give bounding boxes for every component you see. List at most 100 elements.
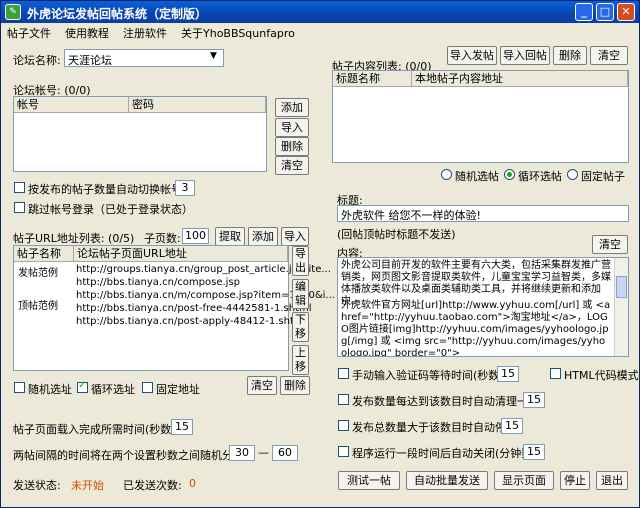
skip-login-label: 跳过帐号登录（已处于登录状态） (28, 203, 193, 216)
auto-send-button[interactable]: 自动批量发送 (406, 471, 488, 490)
menu-register[interactable]: 注册软件 (123, 25, 167, 41)
url-move-down-button[interactable]: 下移 (292, 312, 309, 342)
title-bar: ✎ 外虎论坛发帖回帖系统（定制版） _ □ ✕ (1, 1, 639, 23)
url-edit-button[interactable]: 编辑 (292, 279, 309, 309)
interval-dash: — (258, 446, 269, 459)
menu-about[interactable]: 关于YhoBBSqunfapro (181, 25, 295, 41)
random-post-label: 随机选帖 (455, 170, 499, 183)
exit-button[interactable]: 退出 (596, 471, 628, 490)
fixed-post-radio[interactable] (567, 169, 578, 180)
cycle-post-radio[interactable] (504, 169, 515, 180)
content-clear-button[interactable]: 清空 (590, 46, 628, 65)
import-reply-button[interactable]: 导入回帖 (500, 46, 550, 65)
skip-login-checkbox[interactable] (14, 202, 25, 213)
html-mode-checkbox[interactable] (550, 368, 561, 379)
page-load-label: 帖子页面载入完成所需时间(秒数) (13, 423, 176, 436)
content-col-path[interactable]: 本地帖子内容地址 (412, 71, 628, 87)
close-button[interactable]: ✕ (617, 3, 635, 21)
minimize-button[interactable]: _ (575, 3, 593, 21)
content-col-title[interactable]: 标题名称 (333, 71, 412, 87)
menu-tutorial[interactable]: 使用教程 (65, 25, 109, 41)
send-status-label: 发送状态: (13, 479, 61, 492)
chevron-down-icon: ▼ (210, 51, 217, 61)
content-text-clear-button[interactable]: 清空 (592, 235, 628, 254)
auto-switch-label: 按发布的帖子数量自动切换帐号: (28, 183, 186, 196)
url-clear-button[interactable]: 清空 (247, 376, 277, 395)
url-add-button[interactable]: 添加 (248, 227, 278, 246)
captcha-label: 手动输入验证码等待时间(秒数) (352, 369, 504, 382)
app-icon: ✎ (5, 4, 21, 20)
stop-after-checkbox[interactable] (338, 420, 349, 431)
interval-min-input[interactable]: 30 (229, 445, 255, 461)
window-title: 外虎论坛发帖回帖系统（定制版） (27, 7, 208, 21)
url-row-url[interactable]: http://bbs.tianya.cn/post-apply-48412-1.… (76, 316, 306, 327)
app-window: ✎ 外虎论坛发帖回帖系统（定制版） _ □ ✕ 帖子文件 使用教程 注册软件 关… (0, 0, 640, 508)
url-row-name: 发帖范例 (18, 268, 58, 279)
stop-after-label: 发布总数量大于该数目时自动停止 (352, 421, 517, 434)
url-col-name[interactable]: 帖子名称 (14, 246, 74, 262)
scrollbar-thumb[interactable] (616, 276, 627, 298)
auto-close-checkbox[interactable] (338, 446, 349, 457)
content-text-2: 外虎软件官方网址[url]http://www.yyhuu.com[/url] … (341, 300, 611, 357)
clear-after-label: 发布数量每达到该数目时自动清理一次 (352, 395, 539, 408)
auto-close-label: 程序运行一段时间后自动关闭(分钟数) (352, 447, 537, 460)
random-post-radio[interactable] (441, 169, 452, 180)
page-load-input[interactable]: 15 (171, 419, 193, 435)
forum-select[interactable]: 天涯论坛 ▼ (64, 49, 224, 67)
random-url-label: 随机选址 (28, 383, 72, 396)
title-input-value: 外虎软件 给您不一样的体验! (341, 209, 481, 222)
auto-switch-input[interactable]: 3 (175, 180, 195, 196)
accounts-table[interactable]: 帐号 密码 (13, 96, 267, 172)
accounts-col-password[interactable]: 密码 (129, 97, 266, 113)
account-import-button[interactable]: 导入 (275, 118, 309, 137)
interval-max-input[interactable]: 60 (272, 445, 298, 461)
url-delete-button[interactable]: 删除 (280, 376, 310, 395)
page-count-label: 子页数: (144, 232, 181, 245)
fixed-url-checkbox[interactable] (142, 382, 153, 393)
menu-file[interactable]: 帖子文件 (7, 25, 51, 41)
captcha-input[interactable]: 15 (497, 366, 519, 382)
auto-close-input[interactable]: 15 (523, 444, 545, 460)
stop-button[interactable]: 停止 (560, 471, 590, 490)
url-move-up-button[interactable]: 上移 (292, 345, 309, 375)
stop-after-input[interactable]: 15 (501, 418, 523, 434)
captcha-checkbox[interactable] (338, 368, 349, 379)
content-scrollbar[interactable] (614, 258, 628, 356)
html-mode-label: HTML代码模式 (564, 369, 639, 382)
url-extract-button[interactable]: 提取 (215, 227, 245, 246)
content-delete-button[interactable]: 删除 (553, 46, 587, 65)
forum-name-label: 论坛名称: (13, 54, 61, 67)
import-post-button[interactable]: 导入发帖 (447, 46, 497, 65)
maximize-button[interactable]: □ (596, 3, 614, 21)
send-count-value: 0 (189, 477, 196, 490)
random-url-checkbox[interactable] (14, 382, 25, 393)
url-import-button[interactable]: 导入 (281, 227, 309, 246)
url-col-url[interactable]: 论坛帖子页面URL地址 (74, 246, 288, 262)
clear-after-input[interactable]: 15 (523, 392, 545, 408)
cycle-url-checkbox[interactable] (77, 380, 88, 393)
url-row-url[interactable]: http://bbs.tianya.cn/compose.jsp (76, 277, 240, 288)
url-row-url[interactable]: http://bbs.tianya.cn/post-free-4442581-1… (76, 303, 312, 314)
show-page-button[interactable]: 显示页面 (494, 471, 554, 490)
page-count-input[interactable]: 100 (182, 228, 209, 244)
reply-note: (回帖顶帖时标题不发送) (337, 228, 456, 241)
interval-label: 两帖间隔的时间将在两个设置秒数之间随机分配 (13, 449, 244, 462)
menu-bar: 帖子文件 使用教程 注册软件 关于YhoBBSqunfapro (1, 23, 639, 41)
send-status-value: 未开始 (71, 479, 104, 492)
auto-switch-checkbox[interactable] (14, 182, 25, 193)
clear-after-checkbox[interactable] (338, 394, 349, 405)
account-add-button[interactable]: 添加 (275, 98, 309, 117)
test-post-button[interactable]: 测试一帖 (338, 471, 400, 490)
account-clear-button[interactable]: 清空 (275, 156, 309, 175)
url-row-name: 顶帖范例 (18, 301, 58, 312)
title-input[interactable]: 外虎软件 给您不一样的体验! (337, 205, 629, 222)
forum-select-value: 天涯论坛 (68, 54, 112, 67)
content-textarea[interactable]: 外虎公司目前开发的软件主要有六大类，包括采集群发推广营销类，网页图文影音提取类软… (337, 257, 629, 357)
send-count-label: 已发送次数: (123, 479, 182, 492)
account-delete-button[interactable]: 删除 (275, 137, 309, 156)
url-table[interactable]: 帖子名称 论坛帖子页面URL地址 发帖范例 http://groups.tian… (13, 245, 335, 371)
url-export-button[interactable]: 导出 (292, 246, 309, 276)
content-table[interactable]: 标题名称 本地帖子内容地址 (332, 70, 629, 163)
fixed-url-label: 固定地址 (156, 383, 200, 396)
accounts-col-account[interactable]: 帐号 (14, 97, 129, 113)
